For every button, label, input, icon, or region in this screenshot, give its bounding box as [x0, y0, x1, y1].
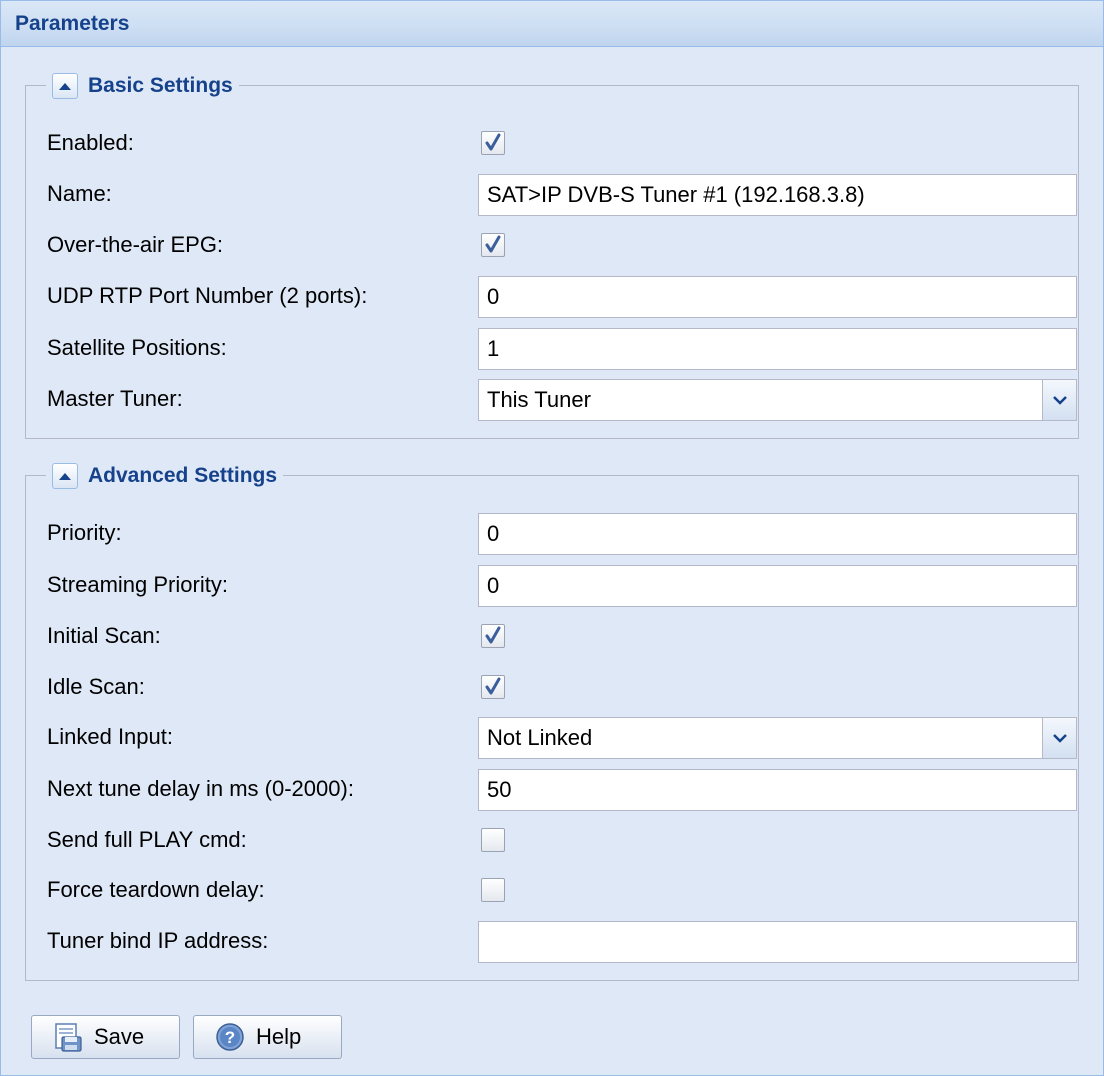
advanced-settings-collapse-button[interactable] [52, 463, 78, 489]
row-udp-port: UDP RTP Port Number (2 ports): [47, 274, 1077, 318]
row-idle-scan: Idle Scan: [47, 665, 1057, 709]
help-question-icon: ? [214, 1021, 246, 1053]
idle-scan-checkbox[interactable] [481, 675, 505, 699]
bind-ip-label: Tuner bind IP address: [47, 928, 269, 953]
bind-ip-input[interactable] [478, 921, 1077, 963]
chevron-down-icon [1052, 395, 1067, 405]
master-tuner-dropdown-trigger[interactable] [1042, 380, 1076, 420]
checkmark-icon [485, 626, 501, 644]
ota-epg-label: Over-the-air EPG: [47, 232, 224, 257]
master-tuner-value: This Tuner [487, 387, 591, 412]
row-sat-positions: Satellite Positions: [47, 326, 1077, 370]
row-linked-input: Linked Input: Not Linked [47, 715, 1077, 759]
full-play-label: Send full PLAY cmd: [47, 827, 247, 852]
name-label: Name: [47, 181, 112, 206]
help-button[interactable]: ? Help [193, 1015, 342, 1059]
streaming-priority-label: Streaming Priority: [47, 572, 228, 597]
advanced-settings-legend: Advanced Settings [46, 460, 284, 492]
teardown-delay-label: Force teardown delay: [47, 877, 265, 902]
row-name: Name: [47, 172, 1077, 216]
initial-scan-checkbox[interactable] [481, 624, 505, 648]
enabled-label: Enabled: [47, 130, 134, 155]
checkmark-icon [485, 235, 501, 253]
advanced-settings-fieldset: Advanced Settings Priority: Streaming Pr… [25, 460, 1079, 981]
linked-input-value: Not Linked [487, 725, 593, 750]
linked-input-select[interactable]: Not Linked [478, 717, 1077, 759]
chevron-down-icon [1052, 733, 1067, 743]
enabled-checkbox[interactable] [481, 131, 505, 155]
save-disk-icon [52, 1021, 84, 1053]
collapse-up-icon [59, 472, 71, 480]
basic-settings-title: Basic Settings [88, 74, 233, 97]
panel-header: Parameters [1, 1, 1103, 47]
linked-input-label: Linked Input: [47, 724, 173, 749]
row-full-play: Send full PLAY cmd: [47, 818, 1057, 862]
row-teardown-delay: Force teardown delay: [47, 868, 1057, 912]
parameters-panel: Parameters Basic Settings Enabled: Name:… [0, 0, 1104, 1076]
name-input[interactable] [478, 174, 1077, 216]
streaming-priority-input[interactable] [478, 565, 1077, 607]
master-tuner-select[interactable]: This Tuner [478, 379, 1077, 421]
row-master-tuner: Master Tuner: This Tuner [47, 377, 1077, 421]
row-bind-ip: Tuner bind IP address: [47, 919, 1077, 963]
sat-positions-label: Satellite Positions: [47, 335, 227, 360]
row-priority: Priority: [47, 511, 1077, 555]
basic-settings-legend: Basic Settings [46, 70, 239, 102]
collapse-up-icon [59, 82, 71, 90]
advanced-settings-title: Advanced Settings [88, 464, 278, 487]
priority-label: Priority: [47, 520, 122, 545]
save-button-label: Save [94, 1024, 145, 1049]
master-tuner-label: Master Tuner: [47, 386, 183, 411]
teardown-delay-checkbox[interactable] [481, 878, 505, 902]
basic-settings-collapse-button[interactable] [52, 73, 78, 99]
row-tune-delay: Next tune delay in ms (0-2000): [47, 767, 1077, 811]
row-initial-scan: Initial Scan: [47, 614, 1057, 658]
tune-delay-input[interactable] [478, 769, 1077, 811]
row-ota-epg: Over-the-air EPG: [47, 223, 1057, 267]
tune-delay-label: Next tune delay in ms (0-2000): [47, 776, 354, 801]
checkmark-icon [485, 133, 501, 151]
checkmark-icon [485, 677, 501, 695]
panel-title: Parameters [15, 12, 130, 35]
priority-input[interactable] [478, 513, 1077, 555]
row-streaming-priority: Streaming Priority: [47, 563, 1077, 607]
basic-settings-fieldset: Basic Settings Enabled: Name: Over-the-a… [25, 70, 1079, 439]
help-button-label: Help [256, 1024, 302, 1049]
ota-epg-checkbox[interactable] [481, 233, 505, 257]
row-enabled: Enabled: [47, 121, 1057, 165]
linked-input-dropdown-trigger[interactable] [1042, 718, 1076, 758]
initial-scan-label: Initial Scan: [47, 623, 161, 648]
full-play-checkbox[interactable] [481, 828, 505, 852]
idle-scan-label: Idle Scan: [47, 674, 145, 699]
svg-text:?: ? [225, 1028, 235, 1047]
save-button[interactable]: Save [31, 1015, 180, 1059]
sat-positions-input[interactable] [478, 328, 1077, 370]
udp-port-input[interactable] [478, 276, 1077, 318]
udp-port-label: UDP RTP Port Number (2 ports): [47, 283, 368, 308]
